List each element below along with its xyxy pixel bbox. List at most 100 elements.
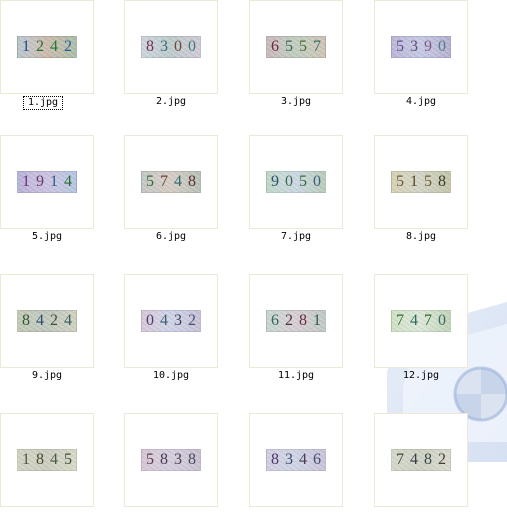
captcha-digit: 1 (22, 38, 30, 55)
file-name-label[interactable]: 5.jpg (0, 231, 94, 243)
captcha-digit: 4 (299, 451, 307, 468)
captcha-digit: 9 (424, 38, 432, 55)
thumbnail[interactable]: 1 8 4 5 (0, 413, 94, 507)
file-item[interactable]: 5 8 3 8 (124, 413, 220, 531)
captcha-digit: 4 (50, 451, 58, 468)
captcha-digit: 5 (396, 173, 404, 190)
captcha-digit: 3 (160, 38, 168, 55)
captcha-digit: 9 (36, 173, 44, 190)
captcha-digit: 5 (285, 38, 293, 55)
captcha-image: 0 4 3 2 (141, 310, 201, 332)
captcha-digit: 2 (285, 312, 293, 329)
file-name-label[interactable]: 7.jpg (249, 231, 343, 243)
file-item[interactable]: 5 7 4 8 6.jpg (124, 135, 220, 253)
captcha-digit: 0 (438, 312, 446, 329)
captcha-digit: 5 (146, 451, 154, 468)
captcha-digit: 0 (188, 38, 196, 55)
file-item[interactable]: 6 2 8 1 11.jpg (249, 274, 345, 392)
thumbnail[interactable]: 5 1 5 8 (374, 135, 468, 229)
file-item[interactable]: 6 5 5 7 3.jpg (249, 0, 345, 118)
captcha-digit: 8 (188, 451, 196, 468)
captcha-image: 6 2 8 1 (266, 310, 326, 332)
thumbnail[interactable]: 8 3 4 6 (249, 413, 343, 507)
file-item[interactable]: 8 4 2 4 9.jpg (0, 274, 96, 392)
file-name-label[interactable]: 8.jpg (374, 231, 468, 243)
file-item[interactable]: 8 3 0 0 2.jpg (124, 0, 220, 118)
captcha-digit: 2 (36, 38, 44, 55)
captcha-digit: 7 (424, 312, 432, 329)
thumbnail[interactable]: 7 4 8 2 (374, 413, 468, 507)
captcha-digit: 1 (410, 173, 418, 190)
captcha-image: 7 4 8 2 (391, 449, 451, 471)
thumbnail[interactable]: 5 3 9 0 (374, 0, 468, 94)
file-item[interactable]: 0 4 3 2 10.jpg (124, 274, 220, 392)
captcha-digit: 7 (313, 38, 321, 55)
thumbnail[interactable]: 6 2 8 1 (249, 274, 343, 368)
thumbnail[interactable]: 1 9 1 4 (0, 135, 94, 229)
file-name-label[interactable]: 11.jpg (249, 370, 343, 382)
file-name-label[interactable]: 4.jpg (374, 96, 468, 108)
captcha-image: 6 5 5 7 (266, 36, 326, 58)
captcha-digit: 5 (396, 38, 404, 55)
captcha-digit: 0 (146, 312, 154, 329)
file-name-label[interactable]: 6.jpg (124, 231, 218, 243)
file-item[interactable]: 5 3 9 0 4.jpg (374, 0, 470, 118)
captcha-digit: 6 (271, 38, 279, 55)
file-name-label[interactable]: 3.jpg (249, 96, 343, 108)
captcha-digit: 3 (410, 38, 418, 55)
captcha-image: 5 7 4 8 (141, 171, 201, 193)
file-item[interactable]: 1 9 1 4 5.jpg (0, 135, 96, 253)
captcha-image: 7 4 7 0 (391, 310, 451, 332)
file-name-label[interactable]: 12.jpg (374, 370, 468, 382)
thumbnail[interactable]: 5 7 4 8 (124, 135, 218, 229)
thumbnail[interactable]: 9 0 5 0 (249, 135, 343, 229)
file-item[interactable]: 7 4 8 2 (374, 413, 470, 531)
captcha-digit: 0 (438, 38, 446, 55)
captcha-image: 1 8 4 5 (17, 449, 77, 471)
captcha-digit: 5 (299, 38, 307, 55)
captcha-digit: 4 (36, 312, 44, 329)
captcha-image: 5 8 3 8 (141, 449, 201, 471)
file-item[interactable]: 5 1 5 8 8.jpg (374, 135, 470, 253)
thumbnail[interactable]: 8 4 2 4 (0, 274, 94, 368)
captcha-digit: 8 (188, 173, 196, 190)
captcha-image: 9 0 5 0 (266, 171, 326, 193)
file-name-label[interactable]: 10.jpg (124, 370, 218, 382)
captcha-digit: 8 (438, 173, 446, 190)
captcha-image: 5 3 9 0 (391, 36, 451, 58)
file-name-label[interactable]: 9.jpg (0, 370, 94, 382)
captcha-digit: 8 (424, 451, 432, 468)
file-name-label[interactable]: 2.jpg (124, 96, 218, 108)
captcha-digit: 2 (188, 312, 196, 329)
captcha-image: 8 3 4 6 (266, 449, 326, 471)
file-item[interactable]: 1 8 4 5 (0, 413, 96, 531)
captcha-digit: 8 (22, 312, 30, 329)
file-item[interactable]: 7 4 7 0 12.jpg (374, 274, 470, 392)
captcha-digit: 8 (160, 451, 168, 468)
thumbnail[interactable]: 6 5 5 7 (249, 0, 343, 94)
captcha-digit: 4 (50, 38, 58, 55)
thumbnail[interactable]: 8 3 0 0 (124, 0, 218, 94)
thumbnail[interactable]: 1 2 4 2 (0, 0, 94, 94)
captcha-digit: 8 (271, 451, 279, 468)
captcha-image: 1 9 1 4 (17, 171, 77, 193)
captcha-digit: 5 (299, 173, 307, 190)
captcha-digit: 4 (174, 173, 182, 190)
thumbnail[interactable]: 5 8 3 8 (124, 413, 218, 507)
captcha-digit: 7 (160, 173, 168, 190)
file-item[interactable]: 8 3 4 6 (249, 413, 345, 531)
file-grid: 1 2 4 2 1.jpg 8 3 0 0 2.jpg 6 5 5 7 3.jp… (0, 0, 507, 507)
file-item[interactable]: 1 2 4 2 1.jpg (0, 0, 96, 118)
captcha-digit: 8 (299, 312, 307, 329)
captcha-digit: 1 (313, 312, 321, 329)
captcha-digit: 7 (396, 451, 404, 468)
file-name-label[interactable]: 1.jpg (23, 96, 63, 110)
captcha-digit: 3 (174, 451, 182, 468)
captcha-digit: 5 (64, 451, 72, 468)
thumbnail[interactable]: 0 4 3 2 (124, 274, 218, 368)
file-item[interactable]: 9 0 5 0 7.jpg (249, 135, 345, 253)
captcha-image: 5 1 5 8 (391, 171, 451, 193)
captcha-digit: 7 (396, 312, 404, 329)
thumbnail[interactable]: 7 4 7 0 (374, 274, 468, 368)
captcha-digit: 0 (313, 173, 321, 190)
